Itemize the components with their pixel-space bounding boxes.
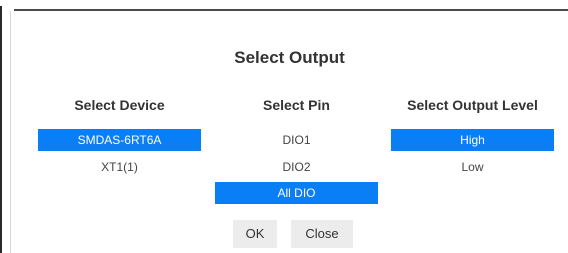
level-column-header: Select Output Level: [407, 97, 538, 113]
level-option-low[interactable]: Low: [391, 156, 554, 178]
backdrop-left-edge: [0, 6, 9, 253]
dialog-title: Select Output: [234, 48, 345, 67]
device-option-smdas-6rt6a[interactable]: SMDAS-6RT6A: [38, 129, 201, 151]
pin-option-dio2[interactable]: DIO2: [215, 156, 378, 178]
select-output-dialog: Select Output Select Device SMDAS-6RT6A …: [10, 11, 568, 253]
pin-option-all-dio[interactable]: All DIO: [215, 182, 378, 204]
ok-button[interactable]: OK: [233, 220, 277, 248]
level-option-high[interactable]: High: [391, 129, 554, 151]
close-button[interactable]: Close: [291, 220, 353, 248]
pin-column-header: Select Pin: [263, 97, 330, 113]
device-column-header: Select Device: [74, 97, 165, 113]
pin-option-dio1[interactable]: DIO1: [215, 129, 378, 151]
device-option-xt1[interactable]: XT1(1): [38, 156, 201, 178]
